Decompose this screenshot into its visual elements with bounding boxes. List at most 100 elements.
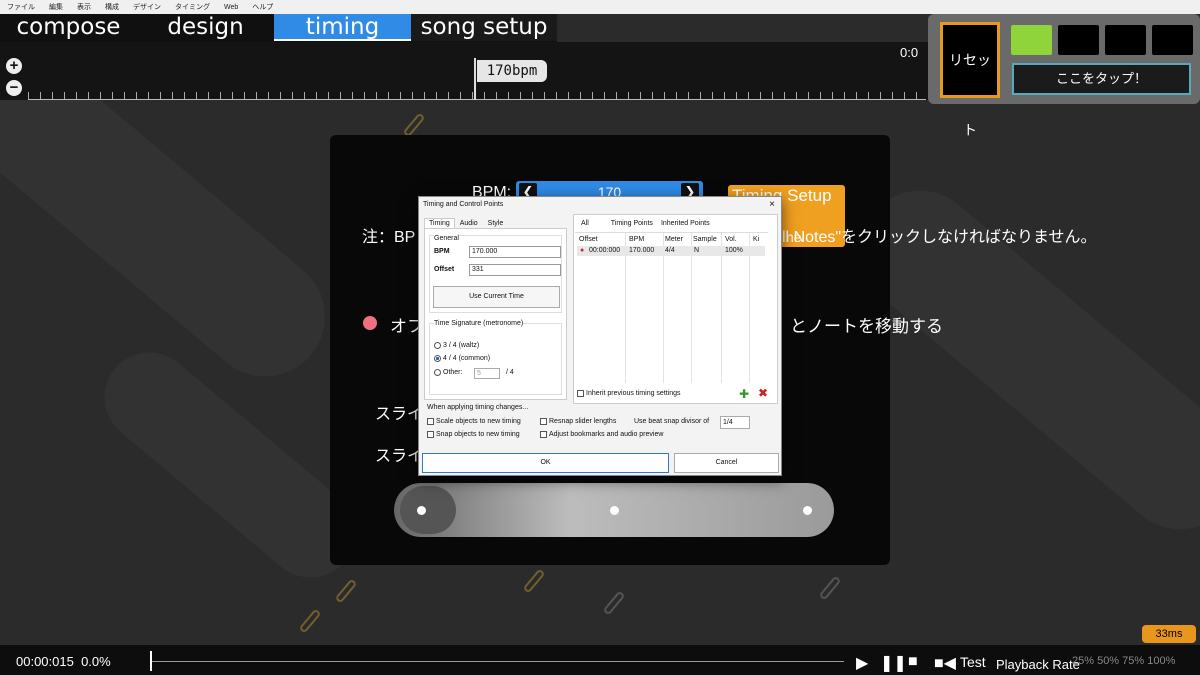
tab-all[interactable]: All (577, 219, 593, 228)
menu-edit[interactable]: 編集 (42, 2, 70, 12)
bullet-icon (363, 316, 377, 330)
tap-button[interactable]: ここをタップ！ (1012, 63, 1191, 95)
zoom-in-icon[interactable]: + (6, 58, 22, 74)
editor-root: ファイル 編集 表示 構成 デザイン タイミング Web ヘルプ compose… (0, 0, 1200, 675)
menu-compose[interactable]: 構成 (98, 2, 126, 12)
row-meter: 4/4 (665, 247, 675, 254)
bg-pill (402, 112, 426, 138)
inherit-checkbox[interactable]: Inherit previous timing settings (577, 390, 681, 397)
note-text: 注：BP ll Notes"をクリックしなければなりません。 (362, 223, 1097, 247)
bg-pill (298, 608, 322, 634)
cancel-button[interactable]: Cancel (674, 453, 779, 473)
radio-common-label: 4 / 4 (common) (443, 355, 491, 362)
ok-button[interactable]: OK (422, 453, 669, 473)
snap-objects-checkbox[interactable]: Snap objects to new timing (427, 431, 520, 438)
color-swatch-green[interactable] (1011, 25, 1052, 55)
menu-timing[interactable]: タイミング (168, 2, 217, 12)
timing-points-pane: All Timing Points Inherited Points Offse… (573, 214, 778, 404)
delete-point-icon[interactable]: ✖ (758, 386, 768, 400)
reset-button[interactable]: リセット (940, 22, 1000, 138)
offset-input[interactable]: 331 (469, 264, 561, 276)
resnap-checkbox[interactable]: Resnap slider lengths (540, 418, 616, 425)
slider-head[interactable] (400, 486, 456, 534)
camera-icon[interactable]: ■◀ (934, 653, 956, 673)
checkbox-icon (577, 390, 584, 397)
song-progress-cursor[interactable] (150, 651, 152, 671)
checkbox-icon (427, 431, 434, 438)
timeline-ruler[interactable] (28, 92, 926, 100)
stop-icon[interactable]: ■ (908, 653, 918, 671)
menu-design[interactable]: デザイン (126, 2, 168, 12)
bg-pill (522, 568, 546, 594)
menu-help[interactable]: ヘルプ (245, 2, 280, 12)
resnap-label: Resnap slider lengths (549, 418, 617, 425)
scale-objects-label: Scale objects to new timing (436, 418, 521, 425)
radio-waltz[interactable]: 3 / 4 (waltz) (434, 342, 479, 349)
other-meter-denom: / 4 (506, 369, 514, 376)
slider-point[interactable] (803, 506, 812, 515)
radio-waltz-label: 3 / 4 (waltz) (443, 342, 480, 349)
current-time: 00:00:015 0.0% (16, 654, 111, 669)
test-button[interactable]: Test (960, 654, 986, 670)
tab-compose[interactable]: compose (0, 14, 137, 41)
slider-point[interactable] (417, 506, 426, 515)
offset-field-label: Offset (434, 266, 455, 273)
inherit-label: Inherit previous timing settings (586, 390, 681, 397)
playback-rate-label: Playback Rate (996, 657, 1080, 672)
col-offset[interactable]: Offset (579, 236, 598, 243)
close-icon[interactable]: × (769, 199, 775, 210)
tab-design[interactable]: design (137, 14, 274, 41)
radio-icon (434, 355, 441, 362)
menu-view[interactable]: 表示 (70, 2, 98, 12)
play-icon[interactable]: ▶ (856, 653, 868, 673)
time-signature-label: Time Signature (metronome) (434, 320, 524, 327)
beat-snap-input[interactable]: 1/4 (720, 416, 750, 429)
col-meter[interactable]: Meter (665, 236, 683, 243)
col-ki[interactable]: Ki (753, 236, 759, 243)
row-sample: N (694, 247, 700, 254)
adjust-bookmarks-checkbox[interactable]: Adjust bookmarks and audio preview (540, 431, 663, 438)
col-bpm[interactable]: BPM (629, 236, 644, 243)
row-offset: 00:00:000 (589, 247, 621, 254)
row-marker-icon: ● (580, 247, 585, 254)
dialog-title: Timing and Control Points (423, 201, 504, 208)
bg-pill (818, 575, 842, 601)
radio-common[interactable]: 4 / 4 (common) (434, 355, 490, 362)
col-sample[interactable]: Sample (693, 236, 717, 243)
zoom-out-icon[interactable]: − (6, 80, 22, 96)
menu-bar: ファイル 編集 表示 構成 デザイン タイミング Web ヘルプ (0, 0, 1200, 14)
color-swatch[interactable] (1058, 25, 1099, 55)
bg-pill (334, 578, 358, 604)
col-vol[interactable]: Vol. (725, 236, 737, 243)
song-progress-track[interactable] (150, 661, 844, 662)
tab-timing[interactable]: timing (274, 14, 411, 41)
menu-file[interactable]: ファイル (0, 2, 42, 12)
adjust-bookmarks-label: Adjust bookmarks and audio preview (549, 431, 664, 438)
add-point-icon[interactable]: ✚ (739, 387, 749, 401)
color-swatch[interactable] (1152, 25, 1193, 55)
playback-rate-options[interactable]: 25% 50% 75% 100% (1072, 655, 1175, 667)
instruction-slider-2: スライ (375, 448, 424, 465)
playhead[interactable] (474, 58, 476, 100)
latency-badge: 33ms (1142, 625, 1196, 643)
bpm-input[interactable]: 170.000 (469, 246, 561, 258)
bg-pill (602, 590, 626, 616)
slider-point[interactable] (610, 506, 619, 515)
tab-song-setup[interactable]: song setup (411, 14, 557, 41)
scale-objects-checkbox[interactable]: Scale objects to new timing (427, 418, 521, 425)
points-tabs: All Timing Points Inherited Points (577, 219, 714, 228)
general-group: General BPM 170.000 Offset 331 Use Curre… (429, 235, 562, 313)
radio-icon (434, 369, 441, 376)
menu-web[interactable]: Web (217, 4, 245, 11)
pause-icon[interactable]: ❚❚ (880, 653, 907, 673)
checkbox-icon (427, 418, 434, 425)
instruction-offset-right: とノートを移動する (790, 317, 943, 336)
tab-inherited-points[interactable]: Inherited Points (657, 219, 714, 228)
radio-other[interactable]: Other: (434, 369, 462, 376)
tab-timing-points[interactable]: Timing Points (607, 219, 657, 228)
use-current-time-button[interactable]: Use Current Time (433, 286, 560, 308)
table-row[interactable]: ● 00:00:000 170.000 4/4 N 100% (577, 246, 765, 256)
color-swatch[interactable] (1105, 25, 1146, 55)
other-meter-input[interactable]: 5 (474, 368, 500, 379)
bpm-marker[interactable]: 170bpm (477, 60, 547, 82)
